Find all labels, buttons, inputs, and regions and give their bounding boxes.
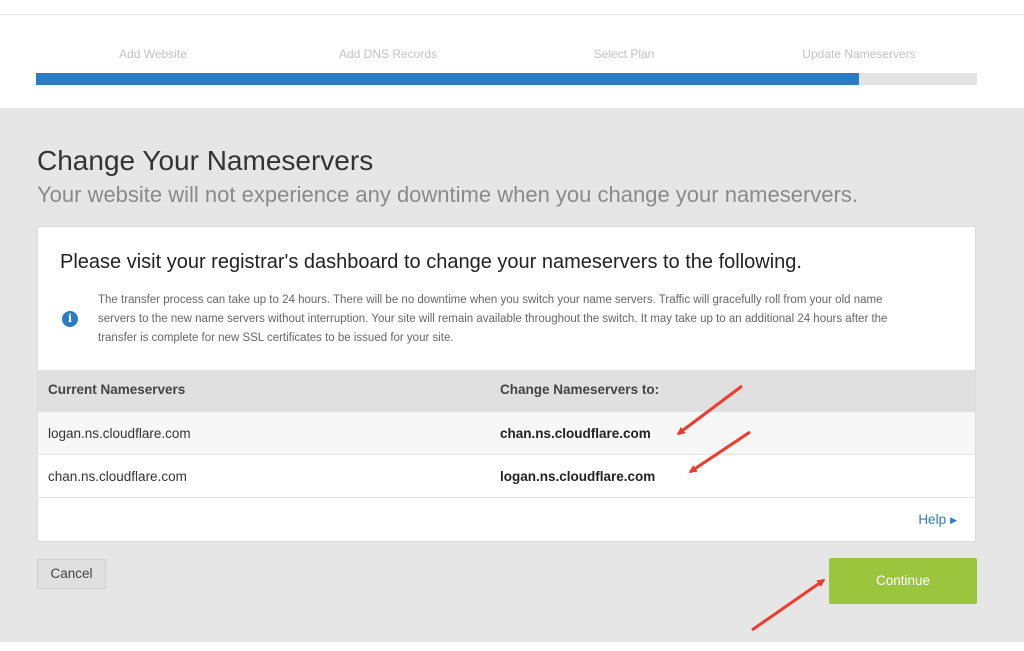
caret-right-icon: ▶ bbox=[950, 515, 957, 525]
page-subtitle: Your website will not experience any dow… bbox=[37, 182, 858, 207]
current-nameserver[interactable]: logan.ns.cloudflare.com bbox=[48, 426, 191, 441]
page-title: Change Your Nameservers bbox=[37, 145, 374, 176]
step-add-website: Add Website bbox=[119, 47, 187, 61]
nameserver-card: Please visit your registrar's dashboard … bbox=[37, 226, 976, 542]
cancel-button[interactable]: Cancel bbox=[37, 559, 106, 589]
wizard-steps: Add Website Add DNS Records Select Plan … bbox=[36, 44, 977, 88]
continue-button[interactable]: Continue bbox=[829, 558, 977, 604]
table-header: Current Nameservers Change Nameservers t… bbox=[38, 370, 975, 412]
table-row: logan.ns.cloudflare.com chan.ns.cloudfla… bbox=[38, 412, 975, 455]
new-nameserver[interactable]: chan.ns.cloudflare.com bbox=[500, 426, 651, 441]
current-nameserver[interactable]: chan.ns.cloudflare.com bbox=[48, 469, 187, 484]
info-circle-icon: i bbox=[62, 311, 78, 327]
new-nameserver[interactable]: logan.ns.cloudflare.com bbox=[500, 469, 655, 484]
step-select-plan: Select Plan bbox=[593, 47, 655, 61]
nameserver-table: Current Nameservers Change Nameservers t… bbox=[38, 370, 975, 498]
card-heading: Please visit your registrar's dashboard … bbox=[60, 251, 802, 273]
step-add-dns-records: Add DNS Records bbox=[338, 47, 438, 61]
header-change-nameservers-to: Change Nameservers to: bbox=[500, 382, 660, 397]
wizard-progress-fill bbox=[36, 73, 860, 85]
wizard-progress-bar bbox=[36, 73, 977, 85]
info-text: The transfer process can take up to 24 h… bbox=[98, 294, 888, 344]
step-update-nameservers: Update Nameservers bbox=[802, 47, 916, 61]
header-current-nameservers: Current Nameservers bbox=[48, 382, 186, 397]
table-row: chan.ns.cloudflare.com logan.ns.cloudfla… bbox=[38, 455, 975, 498]
help-link[interactable]: Help ▶ bbox=[918, 512, 957, 527]
top-border bbox=[0, 0, 1024, 15]
help-label: Help bbox=[918, 512, 947, 527]
